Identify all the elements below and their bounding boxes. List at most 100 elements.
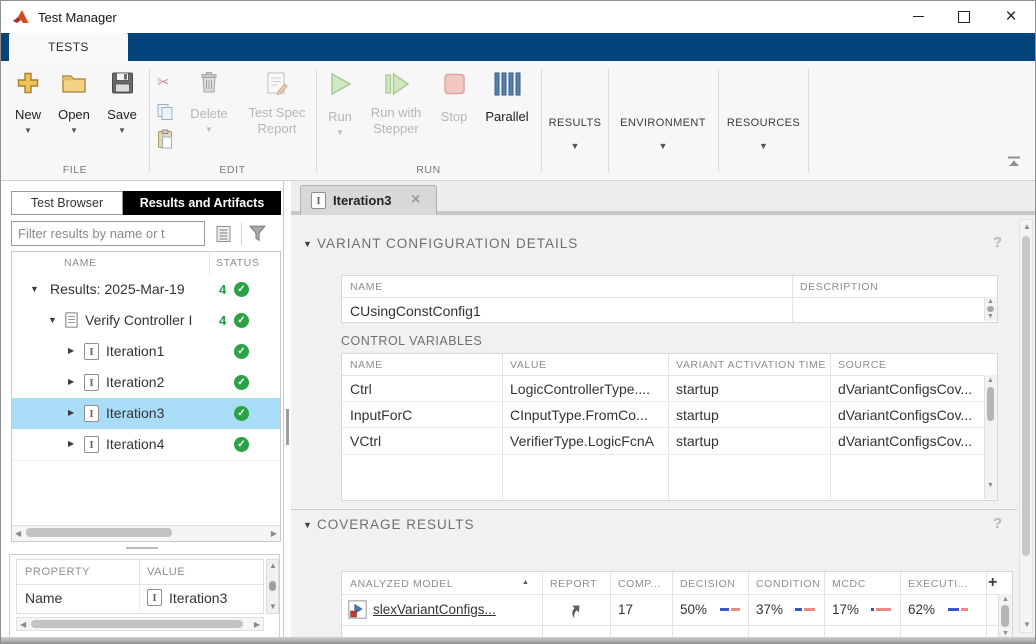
separator <box>209 252 210 274</box>
table-row[interactable]: Ctrl LogicControllerType.... startup dVa… <box>342 375 984 402</box>
scroll-thumb[interactable] <box>987 387 994 421</box>
properties-horizontal-scrollbar[interactable]: ◀ ▶ <box>16 617 264 631</box>
table-row[interactable]: CUsingConstConfig1 <box>342 297 984 323</box>
collapse-caret-icon[interactable]: ▶ <box>68 378 74 386</box>
pass-status-icon: ✓ <box>234 406 249 421</box>
tree-header: NAME STATUS <box>12 252 280 275</box>
report-jump-icon[interactable] <box>566 601 583 623</box>
paste-icon[interactable] <box>156 129 174 154</box>
cut-icon[interactable]: ✂ <box>157 73 170 91</box>
property-row[interactable]: Name I Iteration3 <box>17 584 263 612</box>
maximize-icon <box>958 11 970 23</box>
scroll-down-icon[interactable]: ▼ <box>987 482 994 489</box>
save-button[interactable]: Save ▼ <box>100 71 144 135</box>
table-row[interactable]: InputForC CInputType.FromCo... startup d… <box>342 401 984 428</box>
new-dropdown-icon[interactable]: ▼ <box>24 127 32 135</box>
properties-vertical-scrollbar[interactable]: ▲ ▼ <box>266 559 279 614</box>
copy-icon[interactable] <box>156 103 174 126</box>
new-icon <box>16 71 40 100</box>
filter-funnel-icon[interactable] <box>248 224 267 248</box>
scroll-down-icon[interactable]: ▼ <box>1002 630 1009 637</box>
sort-ascending-icon[interactable]: ▲ <box>522 579 529 586</box>
tree-row-iteration1[interactable]: ▶ I Iteration1 ✓ <box>12 336 280 368</box>
parallel-button[interactable]: Parallel <box>483 71 531 125</box>
maximize-button[interactable] <box>947 3 981 30</box>
save-dropdown-icon[interactable]: ▼ <box>118 127 126 135</box>
tree-row-results[interactable]: ▼ Results: 2025-Mar-19 4 ✓ <box>12 274 280 306</box>
scroll-down-icon[interactable]: ▼ <box>987 313 994 320</box>
scroll-right-icon[interactable]: ▶ <box>271 530 277 538</box>
table-scrollbar[interactable]: ▲ ▼ <box>984 297 997 321</box>
scroll-thumb[interactable] <box>1001 605 1009 627</box>
collapse-caret-icon[interactable]: ▶ <box>68 347 74 355</box>
scroll-down-icon[interactable]: ▼ <box>1023 621 1031 629</box>
scroll-left-icon[interactable]: ◀ <box>15 530 21 538</box>
report-list-icon[interactable] <box>215 225 233 248</box>
tab-tests[interactable]: TESTS <box>9 33 128 61</box>
section-collapse-icon[interactable]: ▼ <box>303 240 312 249</box>
results-gallery-button[interactable]: RESULTS ▼ <box>542 61 608 171</box>
open-dropdown-icon[interactable]: ▼ <box>70 127 78 135</box>
vertical-splitter-handle[interactable] <box>286 409 289 445</box>
environment-gallery-button[interactable]: ENVIRONMENT ▼ <box>609 61 717 171</box>
execution-coverage-bar <box>948 608 968 611</box>
scroll-left-icon[interactable]: ◀ <box>20 621 26 629</box>
tree-row-iteration2[interactable]: ▶ I Iteration2 ✓ <box>12 367 280 399</box>
tree-row-test-file[interactable]: ▼ Verify Controller I 4 ✓ <box>12 305 280 337</box>
stop-button: Stop <box>432 71 476 125</box>
tab-test-browser[interactable]: Test Browser <box>11 191 123 215</box>
variant-config-table: NAME DESCRIPTION CUsingConstConfig1 ▲ ▼ <box>341 275 998 323</box>
section-collapse-icon[interactable]: ▼ <box>303 521 312 530</box>
help-icon[interactable]: ? <box>993 515 1002 532</box>
parallel-icon <box>492 71 522 102</box>
scroll-thumb[interactable] <box>987 306 994 312</box>
close-button[interactable]: × <box>994 3 1028 30</box>
document-tab-iteration3[interactable]: I Iteration3 × <box>300 185 437 215</box>
scroll-thumb[interactable] <box>1022 236 1030 556</box>
scroll-up-icon[interactable]: ▲ <box>987 298 994 305</box>
expand-caret-icon[interactable]: ▼ <box>30 285 39 294</box>
scroll-right-icon[interactable]: ▶ <box>254 621 260 629</box>
collapse-caret-icon[interactable]: ▶ <box>68 409 74 417</box>
expand-caret-icon[interactable]: ▼ <box>48 316 57 325</box>
add-column-icon[interactable]: + <box>988 574 997 592</box>
scroll-down-icon[interactable]: ▼ <box>269 603 277 611</box>
separator <box>808 69 809 172</box>
open-button[interactable]: Open ▼ <box>52 71 96 135</box>
test-manager-window: Test Manager × TESTS New ▼ Open ▼ <box>0 0 1036 644</box>
bar-missed <box>731 608 740 611</box>
control-variables-table: NAME VALUE VARIANT ACTIVATION TIME SOURC… <box>341 353 998 501</box>
new-button[interactable]: New ▼ <box>6 71 50 135</box>
collapse-ribbon-icon[interactable] <box>1007 155 1021 173</box>
tree-row-iteration3[interactable]: ▶ I Iteration3 ✓ <box>12 398 280 430</box>
tab-close-icon[interactable]: × <box>411 191 420 209</box>
main-vertical-scrollbar[interactable]: ▲ ▼ <box>1019 219 1033 633</box>
main-panel: I Iteration3 × ▼ VARIANT CONFIGURATION D… <box>291 181 1035 637</box>
tree-horizontal-scrollbar[interactable]: ◀ ▶ <box>12 525 280 541</box>
help-icon[interactable]: ? <box>993 234 1002 251</box>
results-tree: NAME STATUS ▼ Results: 2025-Mar-19 4 ✓ ▼… <box>11 251 281 542</box>
filter-results-input[interactable] <box>11 221 205 246</box>
tree-row-iteration4[interactable]: ▶ I Iteration4 ✓ <box>12 429 280 461</box>
scroll-thumb[interactable] <box>269 581 276 591</box>
table-row[interactable]: VCtrl VerifierType.LogicFcnA startup dVa… <box>342 427 984 455</box>
scroll-up-icon[interactable]: ▲ <box>269 562 277 570</box>
resources-gallery-button[interactable]: RESOURCES ▼ <box>719 61 808 171</box>
scroll-up-icon[interactable]: ▲ <box>1002 596 1009 603</box>
scroll-thumb[interactable] <box>26 528 172 537</box>
scroll-thumb[interactable] <box>31 620 243 628</box>
run-group-label: RUN <box>316 164 541 176</box>
coverage-row[interactable]: slexVariantConfigs... 17 50% 37% 17% 62% <box>342 594 998 626</box>
horizontal-splitter-handle[interactable] <box>126 547 158 549</box>
minimize-button[interactable] <box>901 3 935 30</box>
tab-results-and-artifacts[interactable]: Results and Artifacts <box>123 191 281 215</box>
table-scrollbar[interactable]: ▲ ▼ <box>998 594 1012 638</box>
run-with-stepper-icon <box>382 71 410 102</box>
section-divider <box>291 509 1017 510</box>
collapse-caret-icon[interactable]: ▶ <box>68 440 74 448</box>
scroll-up-icon[interactable]: ▲ <box>1023 223 1031 231</box>
analyzed-model-link[interactable]: slexVariantConfigs... <box>373 602 496 617</box>
simulink-model-icon <box>348 600 367 624</box>
scroll-up-icon[interactable]: ▲ <box>987 377 994 384</box>
table-scrollbar[interactable]: ▲ ▼ <box>984 375 997 499</box>
